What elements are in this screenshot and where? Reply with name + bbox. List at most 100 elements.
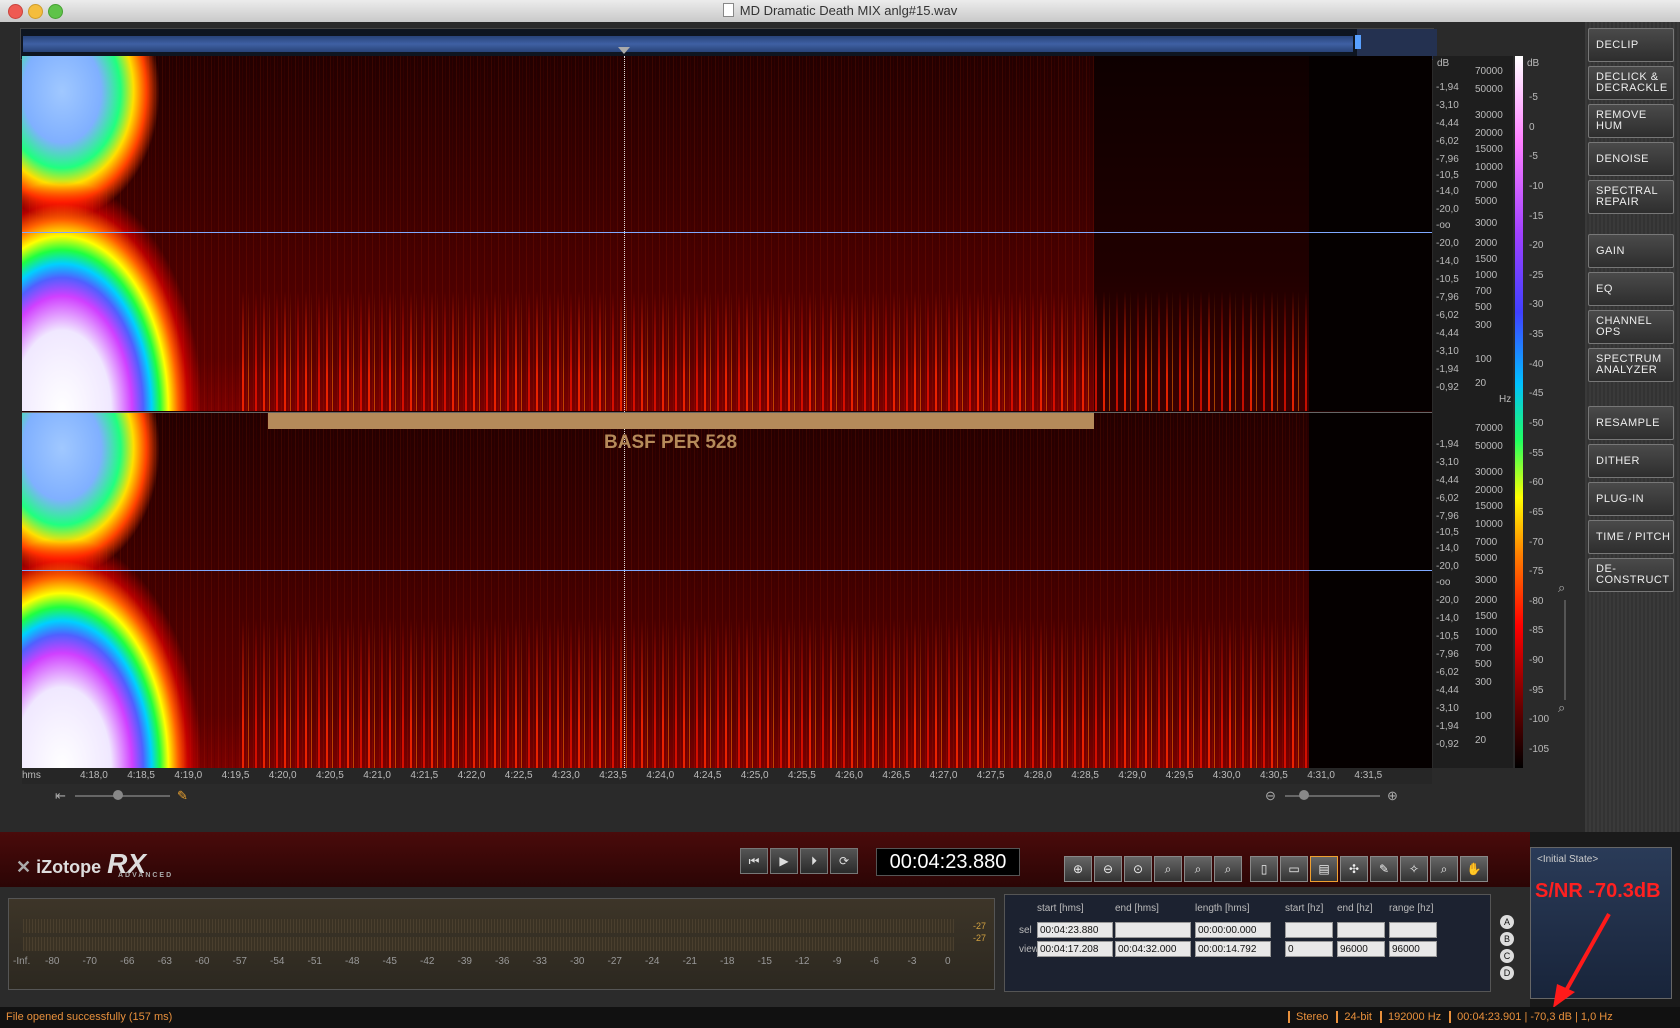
snapshot-d-button[interactable]: D bbox=[1500, 966, 1514, 980]
snapshot-b-button[interactable]: B bbox=[1500, 932, 1514, 946]
meter-scale-label: -39 bbox=[457, 956, 472, 967]
module-button-10[interactable]: DITHER bbox=[1588, 444, 1674, 478]
colormap-tick: -95 bbox=[1529, 684, 1544, 696]
db-tick: -1,94 bbox=[1436, 439, 1459, 450]
selection-sel-length-field[interactable]: 00:00:00.000 bbox=[1195, 922, 1271, 938]
app-logo: ✕ iZotope RX ADVANCED bbox=[16, 848, 174, 879]
colormap-tick: -55 bbox=[1529, 447, 1544, 459]
selection-view-start-field[interactable]: 00:04:17.208 bbox=[1037, 941, 1113, 957]
lasso-tool-icon[interactable]: ✣ bbox=[1340, 856, 1368, 882]
meter-peak-right: -27 bbox=[972, 933, 986, 943]
frequency-tick: 50000 bbox=[1475, 441, 1503, 452]
play-selection-button[interactable]: ⏵ bbox=[800, 848, 828, 874]
meter-scale-label: -45 bbox=[382, 956, 397, 967]
overview-view-region[interactable] bbox=[1357, 29, 1437, 59]
frequency-tick: 100 bbox=[1475, 711, 1492, 722]
horizontal-scroll[interactable]: ⇤ ✎ bbox=[55, 788, 195, 804]
selection-view-start-hz-field[interactable]: 0 bbox=[1285, 941, 1333, 957]
status-channels: Stereo bbox=[1288, 1011, 1337, 1023]
time-select-tool-icon[interactable]: ▯ bbox=[1250, 856, 1278, 882]
module-button-11[interactable]: PLUG-IN bbox=[1588, 482, 1674, 516]
meter-scale-label: -60 bbox=[195, 956, 210, 967]
selection-sel-end-field[interactable] bbox=[1115, 922, 1191, 938]
module-button-1[interactable]: DECLICK & DECRACKLE bbox=[1588, 66, 1674, 100]
selection-view-end-field[interactable]: 00:04:32.000 bbox=[1115, 941, 1191, 957]
time-tick: 4:24,0 bbox=[646, 770, 675, 781]
rect-select-tool-icon[interactable]: ▭ bbox=[1280, 856, 1308, 882]
play-button[interactable]: ▶ bbox=[770, 848, 798, 874]
channel-left[interactable] bbox=[22, 56, 1432, 411]
zoom-out-icon[interactable]: ⌕ bbox=[1558, 700, 1565, 716]
db-tick: -10,5 bbox=[1436, 170, 1459, 181]
playhead-marker[interactable] bbox=[618, 47, 630, 54]
hand-tool-icon[interactable]: ✋ bbox=[1460, 856, 1488, 882]
module-button-7[interactable]: CHANNEL OPS bbox=[1588, 310, 1674, 344]
freq-select-tool-icon[interactable]: ▤ bbox=[1310, 856, 1338, 882]
magnifier-tool-icon[interactable]: ⌕ bbox=[1430, 856, 1458, 882]
brush-tool-icon[interactable]: ✎ bbox=[1370, 856, 1398, 882]
colormap-tick: -85 bbox=[1529, 625, 1544, 637]
waveform-centerline bbox=[22, 232, 1432, 233]
zoom-frequency-icon[interactable]: ⌕ bbox=[1214, 856, 1242, 882]
history-item[interactable]: <Initial State> bbox=[1537, 854, 1598, 865]
time-tick: 4:28,0 bbox=[1024, 770, 1052, 781]
module-button-13[interactable]: DE-CONSTRUCT bbox=[1588, 558, 1674, 592]
pencil-icon[interactable]: ✎ bbox=[177, 788, 188, 804]
vertical-zoom[interactable]: ⌕ ⌕ bbox=[1558, 580, 1570, 760]
module-button-6[interactable]: EQ bbox=[1588, 272, 1674, 306]
zoom-thumb[interactable] bbox=[1299, 790, 1309, 800]
module-button-9[interactable]: RESAMPLE bbox=[1588, 406, 1674, 440]
module-button-12[interactable]: TIME / PITCH bbox=[1588, 520, 1674, 554]
module-button-2[interactable]: REMOVE HUM bbox=[1588, 104, 1674, 138]
meter-scale-label: -57 bbox=[232, 956, 247, 967]
zoom-out-tool-icon[interactable]: ⊖ bbox=[1094, 856, 1122, 882]
selection-view-length-field[interactable]: 00:00:14.792 bbox=[1195, 941, 1271, 957]
db-tick: -14,0 bbox=[1436, 256, 1459, 267]
time-tick: 4:21,5 bbox=[410, 770, 439, 781]
colormap-tick: 0 bbox=[1529, 121, 1535, 133]
magic-wand-icon[interactable]: ✧ bbox=[1400, 856, 1428, 882]
overview-handle[interactable] bbox=[1355, 35, 1361, 49]
db-tick: -14,0 bbox=[1436, 186, 1459, 197]
time-tick: 4:21,0 bbox=[363, 770, 391, 781]
snapshot-c-button[interactable]: C bbox=[1500, 949, 1514, 963]
loop-button[interactable]: ⟳ bbox=[830, 848, 858, 874]
selection-sel-start-field[interactable]: 00:04:23.880 bbox=[1037, 922, 1113, 938]
selection-view-end-hz-field[interactable]: 96000 bbox=[1337, 941, 1385, 957]
scroll-left-icon[interactable]: ⇤ bbox=[55, 788, 66, 804]
selection-view-range-hz-field[interactable]: 96000 bbox=[1389, 941, 1437, 957]
db-tick: -6,02 bbox=[1436, 310, 1459, 321]
module-button-8[interactable]: SPECTRUM ANALYZER bbox=[1588, 348, 1674, 382]
level-meter: -27 -27 -Inf. -80 -70 -66 -63 -60 -57 -54 -51 -48… bbox=[8, 898, 995, 990]
selection-row-label: sel bbox=[1019, 925, 1032, 936]
selection-sel-range-hz-field[interactable] bbox=[1389, 922, 1437, 938]
module-button-3[interactable]: DENOISE bbox=[1588, 142, 1674, 176]
colormap-tick: -80 bbox=[1529, 595, 1544, 607]
snapshot-a-button[interactable]: A bbox=[1500, 915, 1514, 929]
selection-sel-end-hz-field[interactable] bbox=[1337, 922, 1385, 938]
playhead-cursor[interactable] bbox=[624, 56, 625, 768]
module-button-4[interactable]: SPECTRAL REPAIR bbox=[1588, 180, 1674, 214]
db-tick: -1,94 bbox=[1436, 364, 1459, 375]
zoom-fit-icon[interactable]: ⌕ bbox=[1154, 856, 1182, 882]
zoom-in-icon[interactable]: ⌕ bbox=[1558, 580, 1565, 596]
frequency-tick: 7000 bbox=[1475, 537, 1498, 548]
selection-sel-start-hz-field[interactable] bbox=[1285, 922, 1333, 938]
zoom-in-tool-icon[interactable]: ⊕ bbox=[1064, 856, 1092, 882]
channel-right[interactable] bbox=[22, 413, 1432, 768]
zoom-in-icon[interactable]: ⊕ bbox=[1387, 788, 1398, 804]
zoom-selection-icon[interactable]: ⊙ bbox=[1124, 856, 1152, 882]
colormap-tick: -40 bbox=[1529, 358, 1544, 370]
module-button-5[interactable]: GAIN bbox=[1588, 234, 1674, 268]
horizontal-zoom[interactable]: ⊖ ⊕ bbox=[1265, 788, 1405, 804]
zoom-time-icon[interactable]: ⌕ bbox=[1184, 856, 1212, 882]
module-button-0[interactable]: DECLIP bbox=[1588, 28, 1674, 62]
zoom-out-icon[interactable]: ⊖ bbox=[1265, 788, 1276, 804]
db-tick: -3,10 bbox=[1436, 703, 1459, 714]
time-tick: 4:25,0 bbox=[740, 770, 769, 781]
go-to-start-button[interactable]: ⏮ bbox=[740, 848, 768, 874]
waveform-centerline bbox=[22, 570, 1432, 571]
scroll-thumb[interactable] bbox=[113, 790, 123, 800]
frequency-tick: 1500 bbox=[1475, 254, 1498, 265]
meter-scale-label: -80 bbox=[45, 956, 60, 967]
